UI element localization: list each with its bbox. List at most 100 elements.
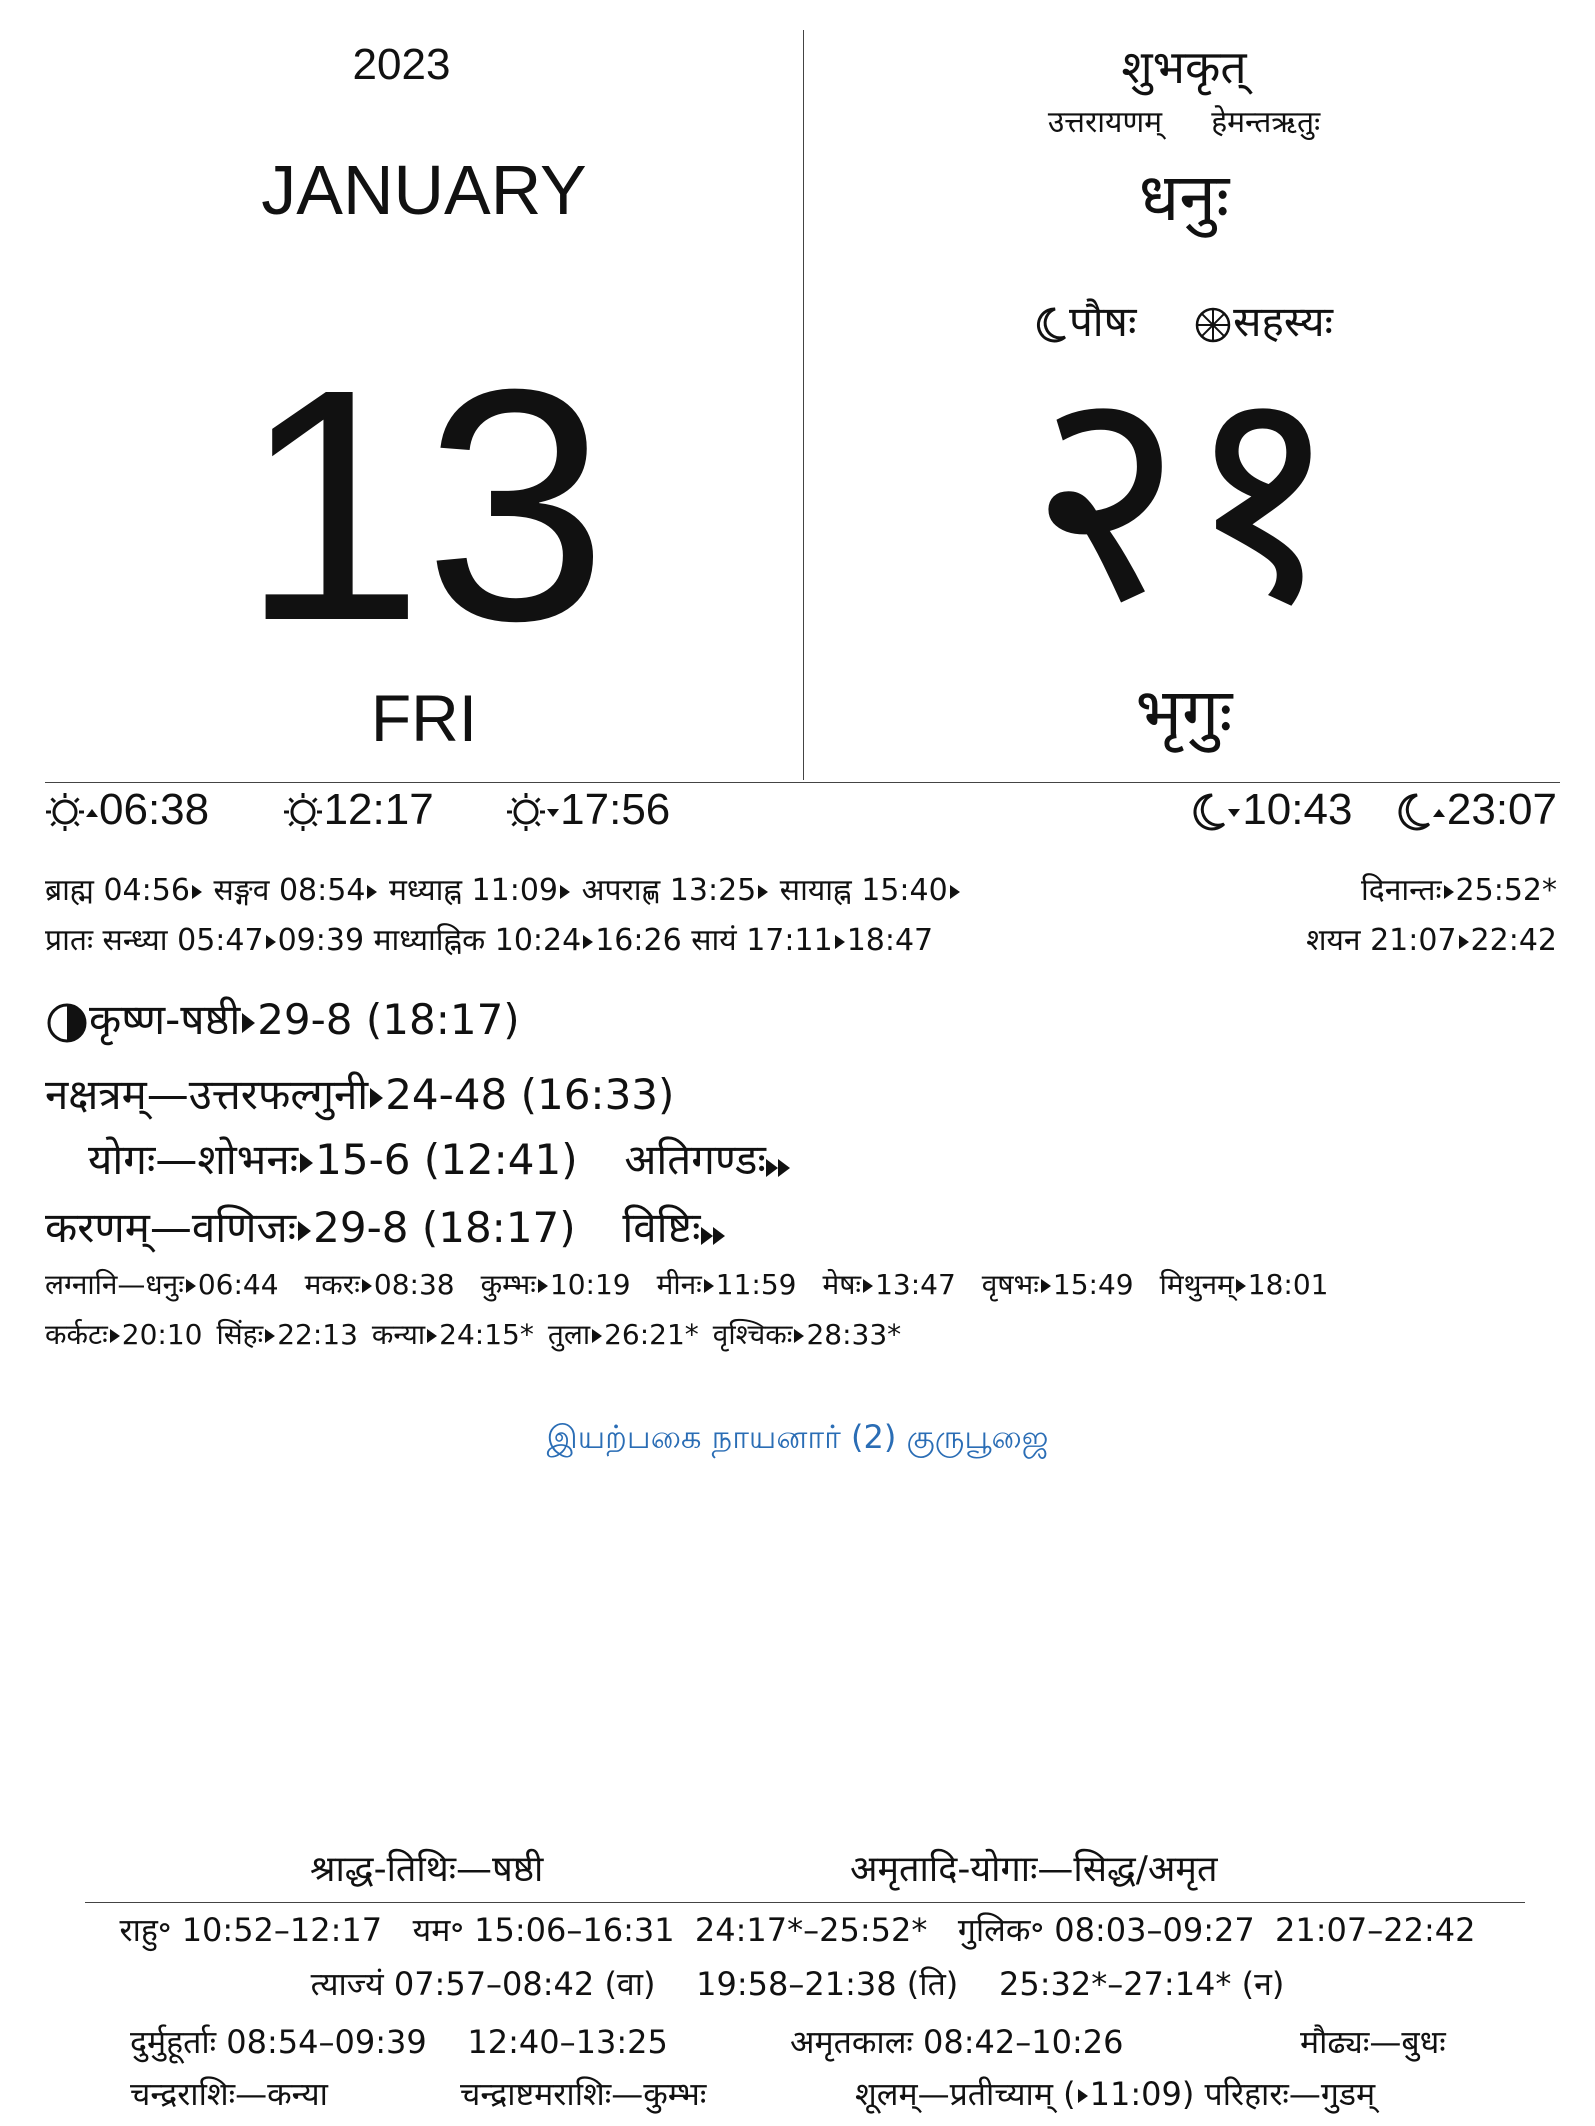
chandrarashi: चन्द्रराशिः—कन्या — [130, 2075, 328, 2113]
maudhya: मौढ्यः—बुधः — [1300, 2023, 1446, 2061]
yoga-next: अतिगण्डः — [624, 1135, 766, 1184]
lagna-label: मेषः — [822, 1268, 862, 1301]
yoga-end: 15-6 (12:41) — [315, 1135, 578, 1184]
moonrise-time: 23:07 — [1446, 785, 1557, 834]
parihara: परिहारः—गुडम् — [1204, 2075, 1376, 2113]
arrow-icon — [758, 884, 769, 899]
shraddha-tithi: श्राद्ध-तिथिः—षष्ठी — [310, 1849, 544, 1890]
amritadi-yoga: अमृतादि-योगाः—सिद्ध/अमृत — [850, 1849, 1218, 1890]
arrow-icon — [361, 1279, 372, 1293]
yoga-row: योगः—शोभनः 15-6 (12:41) अतिगण्डः — [88, 1130, 790, 1187]
sandhya-row: प्रातः सन्ध्या 05:47 09:39 माध्याह्निक 10… — [45, 918, 933, 959]
shayana-label: शयन 21:07 — [1306, 923, 1457, 958]
nakshatra-row: नक्षत्रम्—उत्तरफल्गुनी 24-48 (16:33) — [45, 1065, 674, 1122]
arrow-icon — [300, 1152, 314, 1173]
lagna-item: वृश्चिकः 28:33* — [713, 1318, 901, 1351]
dinanta: दिनान्तः 25:52* — [1361, 868, 1557, 909]
header-rule — [45, 782, 1560, 783]
arrow-icon — [583, 934, 594, 949]
lagna-label: कन्या — [371, 1318, 426, 1351]
arrow-icon — [592, 1329, 603, 1343]
arrow-icon — [265, 1329, 276, 1343]
madhyahna: मध्याह्न 11:09 — [388, 873, 559, 908]
lagna-label: मीनः — [656, 1268, 702, 1301]
arrow-icon — [427, 1329, 438, 1343]
karana-end: 29-8 (18:17) — [313, 1203, 576, 1252]
weekday-devanagari: भृगुः — [1135, 674, 1233, 751]
lagna-item: लग्नानि—धनुः 06:44 — [45, 1268, 279, 1301]
lagna-time: 24:15* — [439, 1318, 534, 1351]
moonrise-icon — [1398, 793, 1445, 831]
double-arrow-icon — [765, 1138, 790, 1187]
sayam-end: 18:47 — [846, 923, 934, 958]
shulam-label: शूलम्—प्रतीच्याम् ( — [855, 2075, 1076, 2113]
arrow-icon — [1077, 2089, 1088, 2103]
double-arrow-icon — [700, 1206, 725, 1255]
lagna-label: तुला — [547, 1318, 591, 1351]
moonset-time: 10:43 — [1242, 785, 1353, 834]
weekday: FRI — [370, 681, 478, 755]
lagna-time: 15:49 — [1052, 1268, 1134, 1301]
tithi-row: कृष्ण-षष्ठी 29-8 (18:17) — [45, 990, 520, 1047]
day-number: 13 — [240, 320, 608, 689]
amritakala: अमृतकालः 08:42–10:26 — [790, 2023, 1124, 2061]
noon-time: 12:17 — [323, 785, 434, 834]
lagna-label: मिथुनम् — [1159, 1268, 1234, 1301]
arrow-icon — [185, 1279, 196, 1293]
shayana: शयन 21:07 22:42 — [1306, 918, 1557, 959]
nakshatra: नक्षत्रम्—उत्तरफल्गुनी — [45, 1070, 369, 1119]
ayana: उत्तरायणम् — [1047, 105, 1163, 140]
lagna-item: मीनः 11:59 — [657, 1268, 797, 1301]
arrow-icon — [1040, 1279, 1051, 1293]
madhyahnika: माध्याह्निक 10:24 — [373, 923, 582, 958]
arrow-icon — [537, 1279, 548, 1293]
lagna-time: 13:47 — [875, 1268, 956, 1301]
arrow-icon — [794, 1329, 805, 1343]
lagna-row-1: लग्नानि—धनुः 06:44 मकरः 08:38 कुम्भः 10:19 मीन… — [45, 1265, 1354, 1303]
karana-next: विष्टिः — [622, 1203, 701, 1252]
brahma: ब्राह्म 04:56 — [45, 873, 190, 908]
moonset-icon — [1193, 793, 1241, 831]
arrow-icon — [1458, 934, 1469, 949]
lagna-item: मिथुनम् 18:01 — [1160, 1268, 1329, 1301]
arrow-icon — [703, 1279, 714, 1293]
noon-sun-icon — [283, 793, 322, 832]
karana: करणम्—वणिजः — [45, 1203, 297, 1252]
lagna-label: सिंहः — [216, 1318, 264, 1351]
lagna-label: कर्कटः — [45, 1318, 108, 1351]
lagna-item: सिंहः 22:13 — [216, 1318, 357, 1351]
arrow-icon — [265, 934, 276, 949]
tithi-end: 29-8 (18:17) — [257, 995, 520, 1044]
lagna-item: कन्या 24:15* — [372, 1318, 534, 1351]
half-moon-icon — [47, 1003, 87, 1042]
chandrashtama-rashi: चन्द्राष्टमराशिः—कुम्भः — [460, 2075, 707, 2113]
arrow-icon — [560, 884, 571, 899]
shayana-end: 22:42 — [1470, 923, 1557, 958]
madhyahnika-end: 16:26 — [595, 923, 682, 958]
footer-rule — [85, 1902, 1525, 1903]
lagna-item: तुला 26:21* — [548, 1318, 699, 1351]
arrow-icon — [949, 884, 960, 899]
lagna-time: 11:59 — [715, 1268, 797, 1301]
lagna-label: वृषभः — [981, 1268, 1039, 1301]
lagna-time: 22:13 — [277, 1318, 358, 1351]
samvatsara: शुभकृत् — [1121, 40, 1247, 94]
sayam-sandhya: सायं 17:11 — [691, 923, 833, 958]
shulam: शूलम्—प्रतीच्याम् ( 11:09) परिहारः—गुडम् — [855, 2072, 1375, 2115]
durmuhurta: दुर्मुहूर्ताः 08:54–09:39 12:40–13:25 — [130, 2023, 668, 2061]
year: 2023 — [352, 40, 451, 89]
tithi: कृष्ण-षष्ठी — [89, 995, 241, 1044]
month: JANUARY — [261, 151, 587, 229]
arrow-icon — [367, 884, 378, 899]
arrow-icon — [834, 934, 845, 949]
festival-text: இயற்பகை நாயனார் (2) குருபூஜை — [546, 1418, 1049, 1456]
shulam-time: 11:09) — [1089, 2075, 1195, 2113]
aparahna: अपराह्ण 13:25 — [581, 873, 757, 908]
lagna-label: वृश्चिकः — [712, 1318, 793, 1351]
pratah-sandhya: प्रातः सन्ध्या 05:47 — [45, 923, 264, 958]
arrow-icon — [863, 1279, 874, 1293]
kala-row: ब्राह्म 04:56 सङ्गव 08:54 मध्याह्न 11:09… — [45, 868, 962, 909]
rahu-yama-gulika: राहु॰ 10:52–12:17 यम॰ 15:06–16:31 24:17*… — [119, 1911, 1476, 1949]
lagna-item: कर्कटः 20:10 — [45, 1318, 202, 1351]
lagna-time: 26:21* — [604, 1318, 699, 1351]
